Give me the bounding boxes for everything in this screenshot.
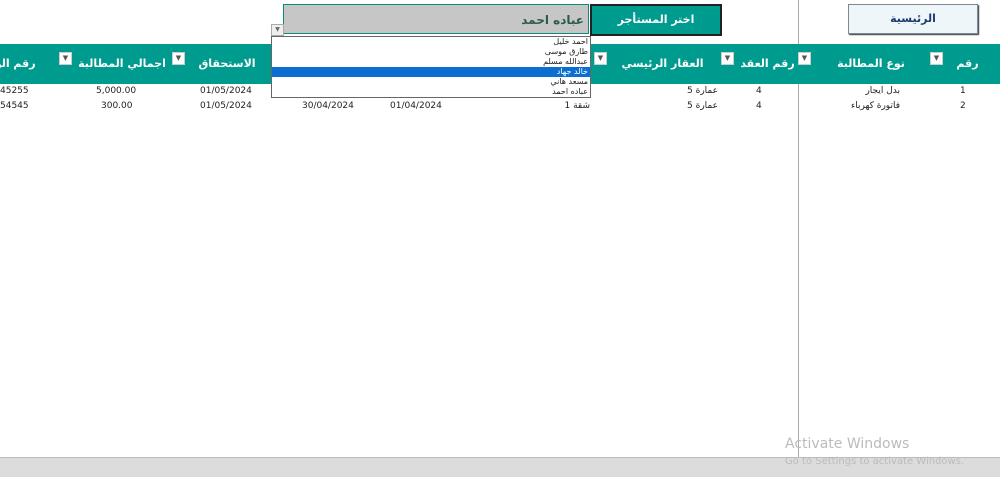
tenant-label: اختر المستأجر: [590, 4, 722, 36]
cell-due-date: 01/05/2024: [200, 101, 252, 111]
cell-contract-no: 4: [756, 86, 762, 96]
activation-watermark-title: Activate Windows: [785, 436, 910, 452]
home-button[interactable]: الرئيسية: [848, 4, 978, 34]
cell-due-date: 01/05/2024: [200, 86, 252, 96]
header-contract-no: رقم العقد: [740, 57, 795, 70]
cell-claim-type: فاتورة كهرباء: [851, 101, 900, 111]
header-receipt-no: رقم الوص: [0, 57, 36, 70]
tenant-option[interactable]: مسعد هاني: [272, 77, 590, 87]
filter-dropdown-icon[interactable]: ▼: [172, 52, 185, 65]
tenant-option-highlighted[interactable]: خالد جهاد: [272, 67, 590, 77]
cell-main-property: عمارة 5: [687, 101, 718, 111]
cell-to-date: 30/04/2024: [302, 101, 354, 111]
filter-dropdown-icon[interactable]: ▼: [930, 52, 943, 65]
tenant-dropdown-list: احمد خليل طارق موسى عبدالله مسلم خالد جه…: [271, 36, 591, 98]
tenant-option[interactable]: عبدالله مسلم: [272, 57, 590, 67]
activation-watermark-subtitle: Go to Settings to activate Windows.: [785, 456, 965, 467]
filter-dropdown-icon[interactable]: ▼: [721, 52, 734, 65]
cell-unit: شقة 1: [564, 101, 590, 111]
cell-main-property: عمارة 5: [687, 86, 718, 96]
filter-dropdown-icon[interactable]: ▼: [59, 52, 72, 65]
tenant-option[interactable]: طارق موسى: [272, 47, 590, 57]
tenant-option[interactable]: عباده احمد: [272, 87, 590, 97]
header-total: اجمالي المطالبة: [78, 57, 166, 70]
cell-claim-type: بدل ايجار: [865, 86, 900, 96]
header-due-date: الاستحقاق بتاريخ: [198, 57, 256, 110]
filter-dropdown-icon[interactable]: ▼: [594, 52, 607, 65]
header-main-property: العقار الرئيسي: [621, 57, 704, 70]
cell-total: 300.00: [101, 101, 133, 111]
tenant-combobox[interactable]: عباده احمد: [283, 4, 589, 34]
cell-receipt-no: 54545: [0, 101, 29, 111]
chevron-down-icon[interactable]: ▼: [271, 24, 284, 36]
cell-total: 5,000.00: [96, 86, 137, 96]
header-claim-no: رقم المطالبة: [944, 57, 991, 110]
cell-contract-no: 4: [756, 101, 762, 111]
cell-from-date: 01/04/2024: [390, 101, 442, 111]
tenant-option[interactable]: احمد خليل: [272, 37, 590, 47]
cell-receipt-no: 45255: [0, 86, 29, 96]
header-claim-type: نوع المطالبة: [837, 57, 905, 70]
cell-claim-no: 2: [960, 101, 966, 111]
cell-claim-no: 1: [960, 86, 966, 96]
